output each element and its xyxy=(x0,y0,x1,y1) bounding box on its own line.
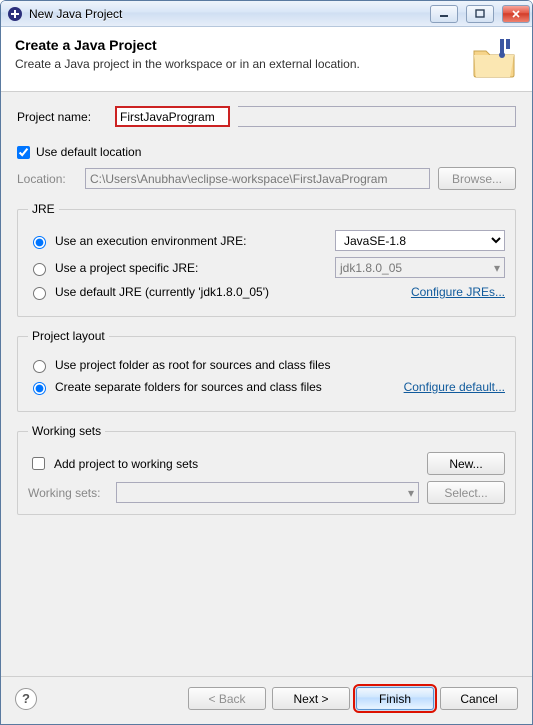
close-button[interactable] xyxy=(502,5,530,23)
use-default-location-checkbox[interactable] xyxy=(17,146,30,159)
layout-separate-label: Create separate folders for sources and … xyxy=(55,380,322,394)
location-row: Location: Browse... xyxy=(17,167,516,190)
banner: Create a Java Project Create a Java proj… xyxy=(1,27,532,92)
app-icon xyxy=(7,6,23,22)
jre-exec-env-select[interactable]: JavaSE-1.8 xyxy=(335,230,505,251)
add-working-sets-label: Add project to working sets xyxy=(54,457,198,471)
working-sets-group: Working sets Add project to working sets… xyxy=(17,424,516,515)
jre-option-project-specific[interactable]: Use a project specific JRE: xyxy=(28,260,327,276)
jre-legend: JRE xyxy=(28,202,59,216)
project-name-row: Project name: xyxy=(17,106,516,127)
folder-java-icon xyxy=(470,37,518,79)
back-button: < Back xyxy=(188,687,266,710)
chevron-down-icon: ▾ xyxy=(494,261,500,275)
configure-jres-link[interactable]: Configure JREs... xyxy=(411,285,505,299)
select-working-sets-button: Select... xyxy=(427,481,505,504)
finish-button[interactable]: Finish xyxy=(356,687,434,710)
jre-option-default[interactable]: Use default JRE (currently 'jdk1.8.0_05'… xyxy=(28,284,403,300)
jre-option-exec-env[interactable]: Use an execution environment JRE: xyxy=(28,233,327,249)
minimize-button[interactable] xyxy=(430,5,458,23)
new-working-set-button[interactable]: New... xyxy=(427,452,505,475)
window-title: New Java Project xyxy=(29,7,422,21)
maximize-button[interactable] xyxy=(466,5,494,23)
project-name-input[interactable] xyxy=(115,106,230,127)
project-name-label: Project name: xyxy=(17,110,107,124)
content-area: Project name: Use default location Locat… xyxy=(1,92,532,676)
jre-project-select-value: jdk1.8.0_05 xyxy=(340,261,402,275)
dialog-window: New Java Project Create a Java Project C… xyxy=(0,0,533,725)
layout-option-separate[interactable]: Create separate folders for sources and … xyxy=(28,379,396,395)
jre-exec-env-label: Use an execution environment JRE: xyxy=(55,234,246,248)
banner-heading: Create a Java Project xyxy=(15,37,462,53)
use-default-location-row: Use default location xyxy=(17,145,516,159)
add-working-sets-checkbox[interactable] xyxy=(32,457,45,470)
cancel-button[interactable]: Cancel xyxy=(440,687,518,710)
add-working-sets[interactable]: Add project to working sets xyxy=(28,454,419,473)
jre-project-select: jdk1.8.0_05 ▾ xyxy=(335,257,505,278)
layout-root-label: Use project folder as root for sources a… xyxy=(55,358,330,372)
next-button[interactable]: Next > xyxy=(272,687,350,710)
project-name-input-extension[interactable] xyxy=(238,106,516,127)
banner-description: Create a Java project in the workspace o… xyxy=(15,57,462,71)
jre-default-label: Use default JRE (currently 'jdk1.8.0_05'… xyxy=(55,285,269,299)
layout-root-radio[interactable] xyxy=(33,360,46,373)
jre-default-radio[interactable] xyxy=(33,287,46,300)
chevron-down-icon: ▾ xyxy=(408,486,414,500)
working-sets-legend: Working sets xyxy=(28,424,105,438)
location-label: Location: xyxy=(17,172,77,186)
jre-project-radio[interactable] xyxy=(33,263,46,276)
project-layout-group: Project layout Use project folder as roo… xyxy=(17,329,516,412)
working-sets-label: Working sets: xyxy=(28,486,108,500)
browse-button: Browse... xyxy=(438,167,516,190)
jre-project-label: Use a project specific JRE: xyxy=(55,261,198,275)
footer: ? < Back Next > Finish Cancel xyxy=(1,677,532,724)
location-input xyxy=(85,168,430,189)
help-button[interactable]: ? xyxy=(15,688,37,710)
layout-option-root[interactable]: Use project folder as root for sources a… xyxy=(28,357,505,373)
configure-default-link[interactable]: Configure default... xyxy=(404,380,505,394)
project-layout-legend: Project layout xyxy=(28,329,109,343)
jre-exec-env-radio[interactable] xyxy=(33,236,46,249)
titlebar: New Java Project xyxy=(1,1,532,27)
layout-separate-radio[interactable] xyxy=(33,382,46,395)
working-sets-select: ▾ xyxy=(116,482,419,503)
jre-group: JRE Use an execution environment JRE: Ja… xyxy=(17,202,516,317)
use-default-location-label: Use default location xyxy=(36,145,141,159)
